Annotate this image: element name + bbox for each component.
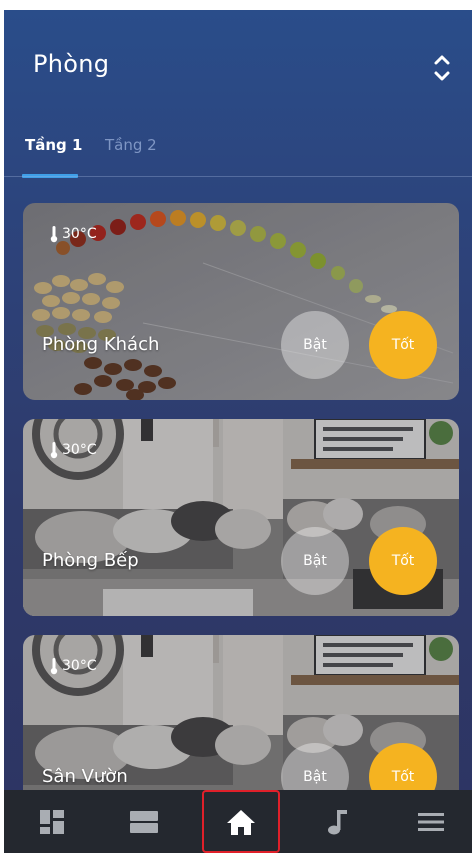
menu-icon [418,812,444,831]
nav-item-home[interactable] [202,790,280,853]
temperature-value: 30°C [62,226,97,242]
dashboard-icon [40,809,64,834]
nav-item-menu[interactable] [392,790,470,853]
app-screen: Phòng Tầng 1 Tầng 2 30°C Phòng Khách Bật… [4,10,472,853]
nav-item-music[interactable] [299,790,377,853]
floor-tabs: Tầng 1 Tầng 2 [4,120,472,178]
music-note-icon [328,809,347,834]
thermometer-icon [50,226,58,243]
tab-floor-1[interactable]: Tầng 1 [25,125,82,165]
bottom-nav [4,790,472,853]
room-name: Sân Vườn [42,766,128,787]
nav-item-dashboard[interactable] [13,790,91,853]
temperature-readout: 30°C [49,225,97,243]
layers-icon [130,810,158,833]
thermometer-icon [50,658,58,675]
temperature-value: 30°C [62,442,97,458]
unfold-icon[interactable] [430,52,454,84]
temperature-readout: 30°C [49,441,97,459]
temperature-readout: 30°C [49,657,97,675]
room-card-living-room[interactable]: 30°C Phòng Khách Bật Tốt [23,203,459,400]
tab-floor-2[interactable]: Tầng 2 [105,125,157,165]
temperature-value: 30°C [62,658,97,674]
room-name: Phòng Bếp [42,550,139,571]
divider [4,176,472,177]
thermometer-icon [50,442,58,459]
home-icon [227,809,255,835]
turn-on-button[interactable]: Bật [281,311,349,379]
turn-off-button[interactable]: Tốt [369,311,437,379]
header: Phòng [4,10,472,122]
page-title: Phòng [33,50,110,78]
turn-off-button[interactable]: Tốt [369,527,437,595]
nav-item-layers[interactable] [105,790,183,853]
turn-on-button[interactable]: Bật [281,527,349,595]
room-name: Phòng Khách [42,334,160,355]
room-card-kitchen[interactable]: 30°C Phòng Bếp Bật Tốt [23,419,459,616]
